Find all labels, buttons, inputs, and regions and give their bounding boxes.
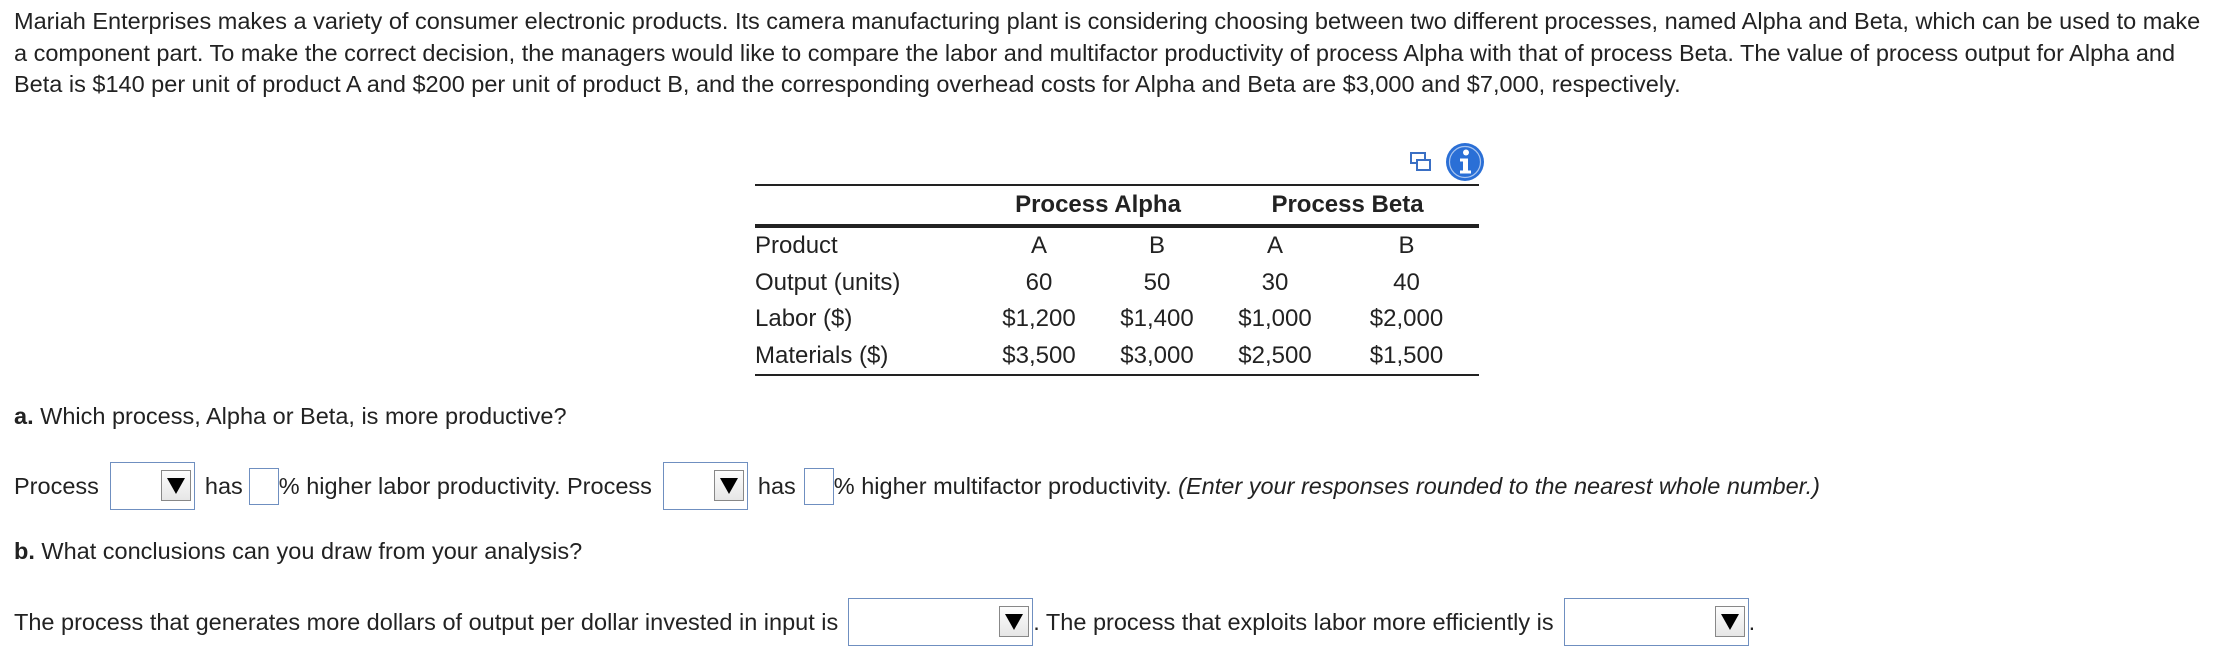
table-cell: $2,500 — [1216, 337, 1334, 376]
process-select-1[interactable] — [109, 462, 195, 510]
multifactor-productivity-text: % higher multifactor productivity. — [833, 472, 1179, 499]
part-b-question-text: What conclusions can you draw from your … — [34, 538, 583, 564]
table-cell: A — [1030, 232, 1047, 259]
process-select-2[interactable] — [662, 462, 748, 510]
end-period: . — [1748, 608, 1756, 635]
table-row: Labor ($) $1,200 $1,400 $1,000 $2,000 — [755, 301, 1479, 338]
header-process-alpha: Process Alpha — [980, 184, 1216, 228]
chevron-down-icon — [160, 470, 191, 501]
table-row: Output (units) 60 50 30 40 — [755, 265, 1479, 302]
efficient-process-select[interactable] — [848, 598, 1034, 646]
part-a-answer-line: Process has % higher labor productivity.… — [14, 461, 1820, 511]
info-icon[interactable] — [1445, 142, 1485, 182]
problem-statement: Mariah Enterprises makes a variety of co… — [14, 8, 2201, 97]
labor-process-select[interactable] — [1563, 598, 1749, 646]
header-process-beta: Process Beta — [1216, 184, 1479, 228]
labor-percent-input[interactable] — [248, 467, 279, 505]
chevron-down-icon — [999, 606, 1030, 637]
table-row: Product A B A B — [755, 226, 1479, 265]
table-cell: $1,000 — [1238, 305, 1312, 332]
table-cell: B — [1148, 232, 1165, 259]
header-blank — [755, 184, 980, 228]
has-label-1: has — [204, 472, 243, 499]
chevron-down-icon — [713, 470, 744, 501]
part-a-letter: a. — [14, 403, 34, 429]
table-cell: 30 — [1261, 268, 1289, 296]
table-cell: A — [1266, 232, 1283, 259]
row-label: Materials ($) — [755, 337, 980, 376]
table-cell: $1,400 — [1120, 305, 1194, 332]
rounding-instruction: (Enter your responses rounded to the nea… — [1178, 472, 1820, 499]
part-a-question-text: Which process, Alpha or Beta, is more pr… — [33, 403, 567, 429]
table-cell: $2,000 — [1369, 305, 1444, 332]
table-cell: $3,000 — [1098, 337, 1216, 376]
chevron-down-icon — [1714, 606, 1745, 637]
table-row: Materials ($) $3,500 $3,000 $2,500 $1,50… — [755, 337, 1479, 376]
labor-productivity-text: % higher labor productivity. Process — [278, 472, 652, 499]
copy-icon[interactable] — [1403, 144, 1439, 180]
part-b-answer-line: The process that generates more dollars … — [14, 597, 1755, 647]
table-cell: $1,200 — [1002, 305, 1076, 332]
has-label-2: has — [757, 472, 796, 499]
table-cell: B — [1398, 232, 1415, 259]
table-header-row: Process Alpha Process Beta — [755, 184, 1479, 228]
part-b-question: b. What conclusions can you draw from yo… — [14, 538, 582, 565]
part-a-question: a. Which process, Alpha or Beta, is more… — [14, 403, 567, 430]
table-cell: $1,500 — [1334, 337, 1479, 376]
row-label: Product — [755, 232, 838, 259]
table-cell: 60 — [1025, 268, 1053, 296]
table-cell: 40 — [1393, 268, 1420, 296]
multifactor-percent-input[interactable] — [803, 467, 834, 505]
output-per-dollar-text: The process that generates more dollars … — [14, 608, 839, 635]
row-label: Labor ($) — [755, 305, 853, 332]
toolbar-icons — [1403, 140, 1485, 184]
labor-efficiency-text: . The process that exploits labor more e… — [1033, 608, 1554, 635]
table-cell: $3,500 — [980, 337, 1098, 376]
table-cell: 50 — [1143, 268, 1171, 296]
part-b-letter: b. — [14, 538, 35, 564]
process-label-1: Process — [14, 472, 99, 499]
data-table: Process Alpha Process Beta Product A B A… — [755, 184, 1479, 376]
row-label: Output (units) — [755, 268, 901, 296]
